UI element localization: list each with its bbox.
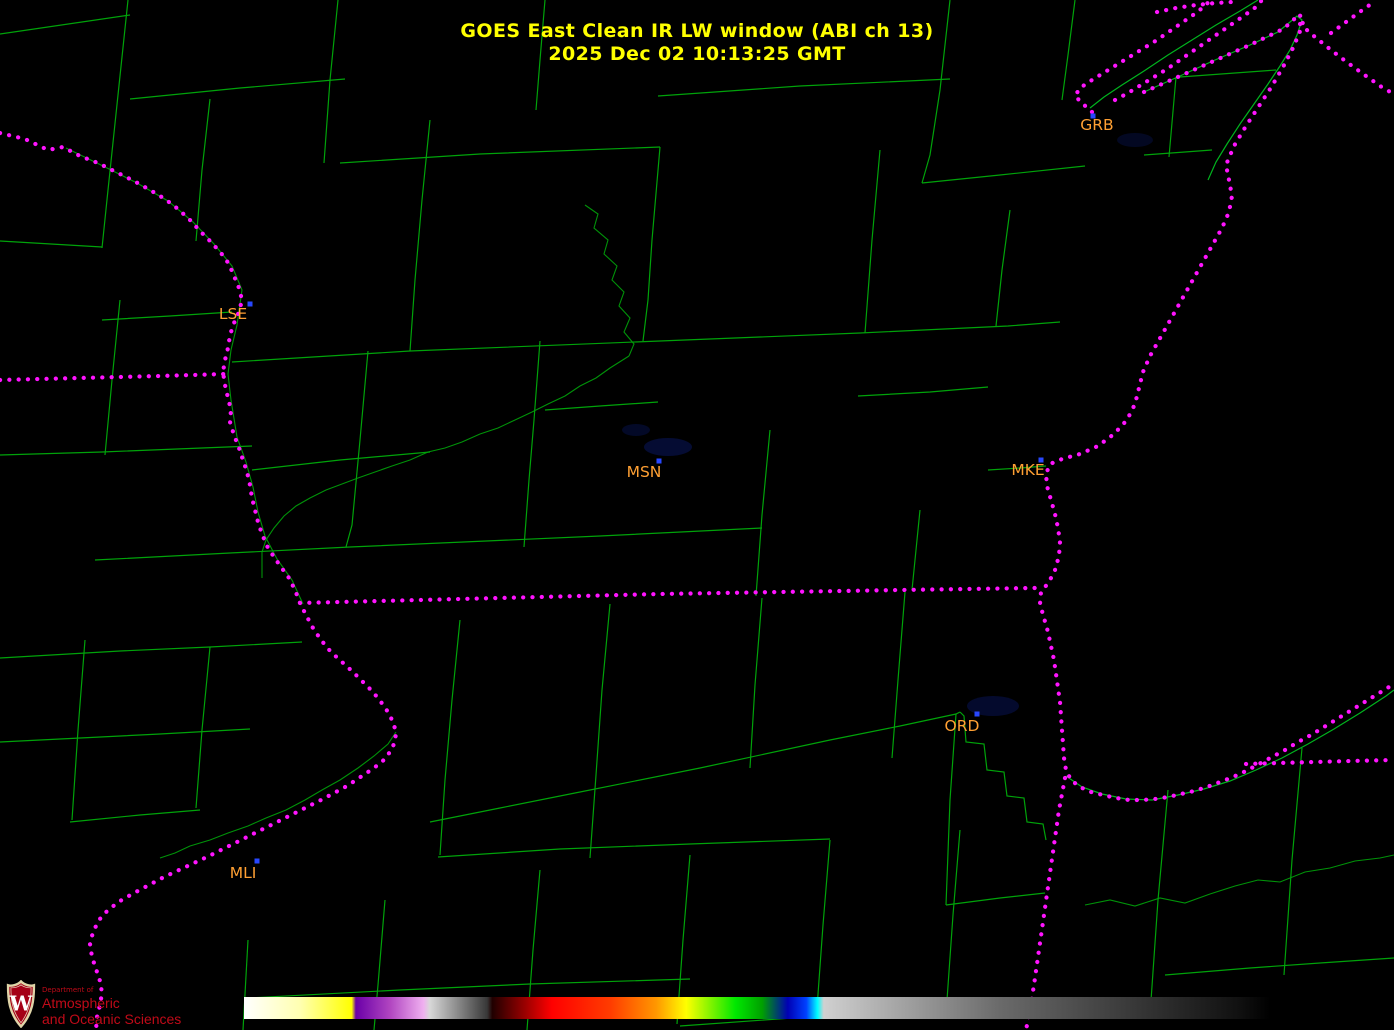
state-border-dotted-line	[297, 585, 1038, 606]
county-boundary-line	[1283, 747, 1303, 976]
station-label-lse: LSE	[219, 305, 247, 323]
county-boundary-line	[1149, 789, 1169, 1016]
county-boundary-line	[1164, 957, 1394, 976]
county-boundary-line	[755, 429, 771, 597]
county-boundary-line	[0, 240, 103, 248]
temperature-colorbar	[244, 997, 1270, 1019]
county-boundary-line	[429, 711, 961, 823]
station-label-msn: MSN	[627, 463, 662, 481]
county-boundary-line	[69, 809, 201, 823]
county-boundary-line	[946, 829, 961, 1001]
county-boundary-line	[339, 146, 661, 164]
river-line	[261, 355, 630, 578]
station-label-mli: MLI	[230, 864, 257, 882]
station-label-mke: MKE	[1011, 461, 1044, 479]
county-boundary-line	[129, 78, 346, 100]
title-line-1: GOES East Clean IR LW window (ABI ch 13)	[460, 20, 934, 42]
county-boundary-line	[94, 546, 351, 561]
county-boundary-line	[921, 165, 1086, 184]
county-boundary-line	[945, 892, 1046, 906]
state-border-dotted-line	[1023, 775, 1068, 1030]
county-boundary-line	[544, 401, 659, 411]
county-boundary-line	[1143, 149, 1213, 156]
logo-name-line-2: and Oceanic Sciences	[42, 1011, 182, 1027]
county-boundary-line	[523, 340, 541, 548]
goes-satellite-viewer: GRB LSE MSN MKE ORD MLI GOES East Clean IR LW…	[0, 0, 1394, 1030]
county-boundary-line	[1168, 76, 1177, 158]
ir-cloud-patch	[644, 438, 692, 456]
ir-cloud-patch	[1117, 133, 1153, 147]
county-boundary-line	[231, 321, 1061, 363]
county-boundary-line	[911, 509, 921, 591]
station-dot-lse	[247, 301, 253, 307]
uw-aos-logo: W Department of Atmospheric and Oceanic …	[6, 980, 181, 1028]
county-boundary-line	[71, 639, 86, 821]
county-boundary-line	[657, 78, 951, 97]
county-boundary-line	[345, 350, 369, 548]
county-boundary-line	[349, 527, 763, 548]
county-boundary-line	[437, 838, 831, 858]
ir-cloud-patch	[622, 424, 650, 436]
river-line	[584, 204, 635, 357]
state-border-dotted-line	[0, 130, 399, 1030]
county-boundary-line	[995, 209, 1011, 327]
county-boundary-line	[247, 978, 691, 999]
title-line-2: 2025 Dec 02 10:13:25 GMT	[548, 43, 846, 65]
image-title: GOES East Clean IR LW window (ABI ch 13)…	[0, 20, 1394, 66]
county-boundary-line	[816, 839, 831, 1009]
logo-text: Department of Atmospheric and Oceanic Sc…	[42, 980, 182, 1027]
lake-shore-line	[1065, 689, 1394, 801]
county-boundary-line	[195, 646, 211, 809]
uw-crest-icon: W	[6, 980, 36, 1028]
county-boundary-line	[0, 445, 253, 456]
county-boundary-line	[409, 119, 431, 352]
county-boundary-line	[101, 311, 233, 321]
county-boundary-line	[0, 641, 303, 659]
county-boundary-line	[251, 451, 431, 471]
county-boundary-line	[642, 146, 661, 342]
station-dot-ord	[974, 711, 980, 717]
state-border-dotted-line	[1154, 0, 1235, 15]
county-boundary-line	[891, 591, 906, 759]
station-dot-mli	[254, 858, 260, 864]
logo-name-line-1: Atmospheric	[42, 995, 120, 1011]
county-boundary-line	[0, 728, 251, 743]
county-boundary-line	[195, 98, 211, 242]
river-line	[159, 731, 397, 859]
satellite-map: GRB LSE MSN MKE ORD MLI	[0, 0, 1394, 1030]
county-boundary-line	[864, 149, 881, 334]
svg-text:W: W	[9, 992, 33, 1016]
county-boundary-line	[945, 713, 957, 906]
county-boundary-line	[589, 603, 611, 859]
county-boundary-line	[857, 386, 989, 397]
station-label-ord: ORD	[945, 717, 980, 735]
county-boundary-line	[749, 597, 763, 769]
river-line	[1084, 854, 1394, 907]
station-label-grb: GRB	[1080, 116, 1113, 134]
logo-department: Department of	[42, 986, 94, 994]
